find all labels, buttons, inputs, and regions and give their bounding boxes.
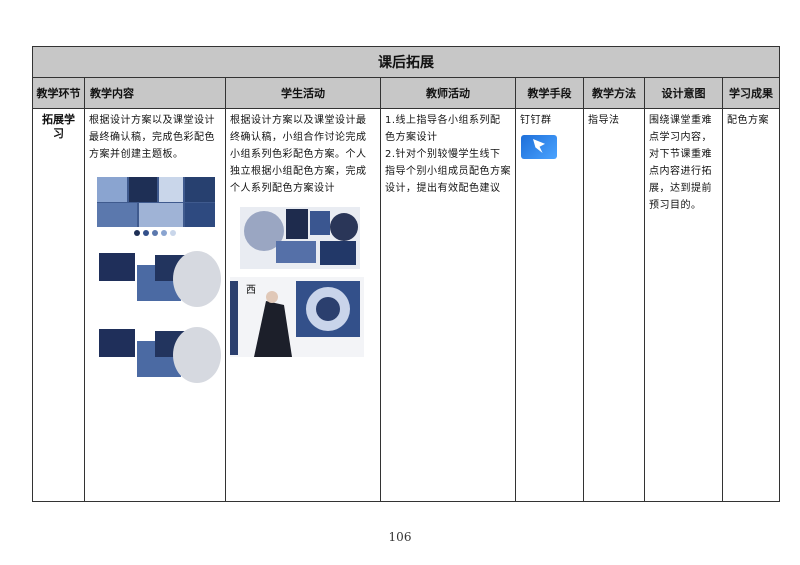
means-text: 钉钉群 [520, 115, 552, 126]
svg-text:西: 西 [246, 285, 256, 296]
teacher-cell: 1.线上指导各小组系列配色方案设计 2.针对个别较慢学生线下指导个别小组成员配色… [380, 108, 516, 502]
intent-text: 围绕课堂重难点学习内容，对下节课重难点内容进行拓展，达到提前预习目的。 [649, 115, 712, 211]
method-text: 指导法 [588, 115, 620, 126]
header-student: 学生活动 [225, 77, 381, 109]
intent-cell: 围绕课堂重难点学习内容，对下节课重难点内容进行拓展，达到提前预习目的。 [644, 108, 723, 502]
content-text: 根据设计方案以及课堂设计最终确认稿，完成色彩配色方案并创建主题板。 [89, 115, 215, 160]
page-number: 106 [388, 530, 412, 544]
header-means: 教学手段 [515, 77, 584, 109]
header-teacher: 教师活动 [380, 77, 516, 109]
moodboard-image [97, 177, 221, 383]
content-cell: 根据设计方案以及课堂设计最终确认稿，完成色彩配色方案并创建主题板。 [84, 108, 226, 502]
teacher-text: 1.线上指导各小组系列配色方案设计 2.针对个别较慢学生线下指导个别小组成员配色… [385, 115, 511, 194]
dingtalk-icon [521, 135, 557, 159]
means-cell: 钉钉群 [515, 108, 584, 502]
header-result: 学习成果 [722, 77, 780, 109]
color-scheme-image: 西 [230, 207, 364, 357]
lesson-plan-table: 课后拓展 教学环节 教学内容 学生活动 教师活动 教学手段 教学方法 设计意图 … [32, 46, 780, 502]
stage-label: 拓展学习 [42, 113, 75, 140]
table-title: 课后拓展 [32, 46, 780, 78]
method-cell: 指导法 [583, 108, 645, 502]
result-text: 配色方案 [727, 115, 769, 126]
student-text: 根据设计方案以及课堂设计最终确认稿，小组合作讨论完成小组系列色彩配色方案。个人独… [230, 115, 367, 194]
header-content: 教学内容 [84, 77, 226, 109]
result-cell: 配色方案 [722, 108, 780, 502]
student-cell: 根据设计方案以及课堂设计最终确认稿，小组合作讨论完成小组系列色彩配色方案。个人独… [225, 108, 381, 502]
header-method: 教学方法 [583, 77, 645, 109]
header-stage: 教学环节 [32, 77, 85, 109]
stage-cell: 拓展学习 [32, 108, 85, 502]
header-intent: 设计意图 [644, 77, 723, 109]
